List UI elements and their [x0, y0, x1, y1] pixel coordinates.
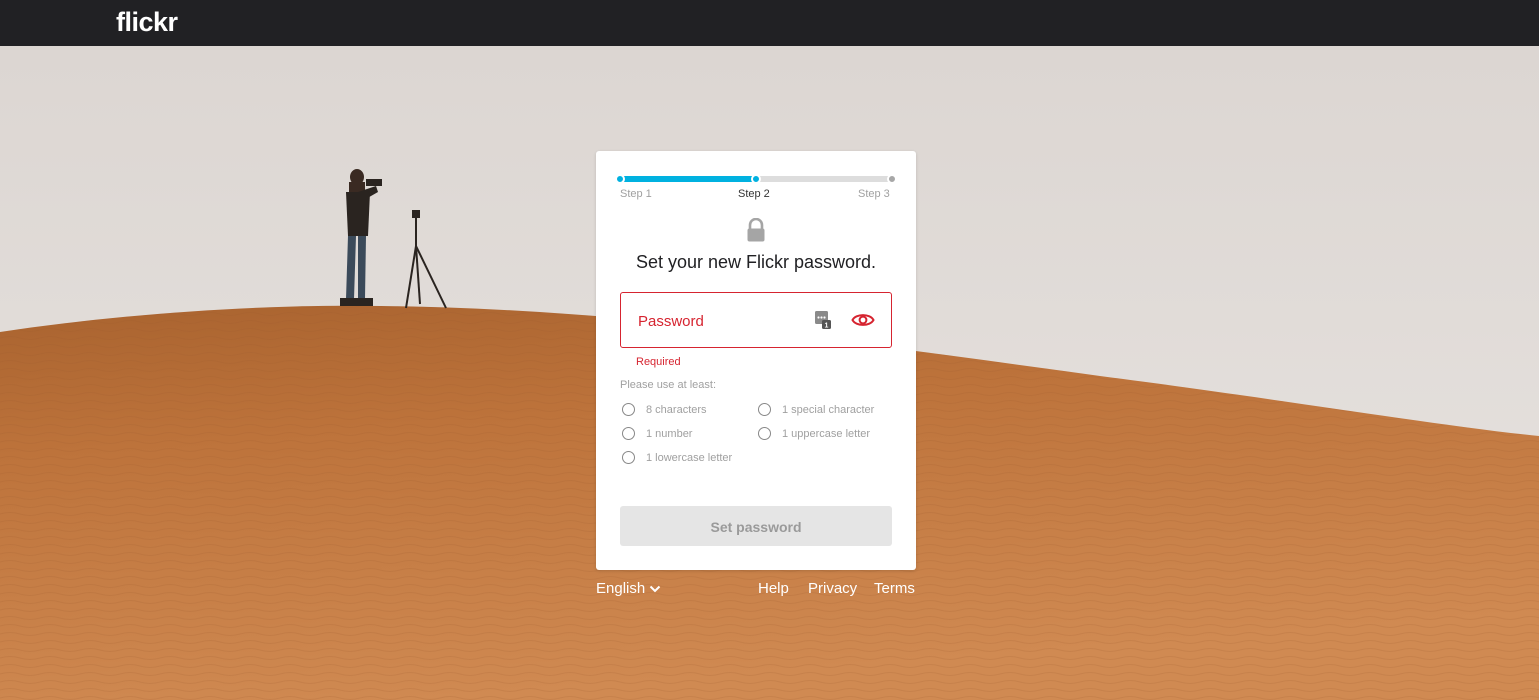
requirements-title: Please use at least:: [620, 379, 717, 391]
password-manager-icon[interactable]: 1: [814, 310, 832, 330]
step-dot-2: [751, 174, 761, 184]
password-input[interactable]: [636, 305, 810, 337]
terms-link[interactable]: Terms: [874, 580, 915, 597]
chevron-down-icon: [649, 585, 661, 593]
step-label-3: Step 3: [858, 188, 890, 200]
footer: English Help Privacy Terms: [596, 580, 916, 600]
language-selector[interactable]: English: [596, 580, 661, 597]
requirement-indicator: [622, 451, 635, 464]
top-bar: flickr: [0, 0, 1539, 46]
lock-icon: [747, 218, 765, 242]
help-link[interactable]: Help: [758, 580, 789, 597]
requirement-indicator: [758, 427, 771, 440]
privacy-link[interactable]: Privacy: [808, 580, 857, 597]
step-progress: [615, 174, 897, 184]
set-password-button[interactable]: Set password: [620, 506, 892, 546]
requirement-indicator: [622, 427, 635, 440]
requirement-indicator: [622, 403, 635, 416]
step-label-1: Step 1: [620, 188, 652, 200]
password-error: Required: [636, 356, 681, 368]
page-title: Set your new Flickr password.: [635, 252, 877, 272]
requirement-indicator: [758, 403, 771, 416]
eye-icon[interactable]: [851, 311, 875, 329]
password-card: Step 1 Step 2 Step 3 Set your new Flickr…: [596, 151, 916, 570]
progress-fill: [620, 176, 756, 182]
svg-text:1: 1: [825, 323, 829, 330]
step-dot-3: [887, 174, 897, 184]
flickr-logo[interactable]: flickr: [116, 5, 178, 39]
step-dot-1: [615, 174, 625, 184]
step-label-2: Step 2: [738, 188, 770, 200]
password-field[interactable]: 1: [620, 292, 892, 348]
language-label: English: [596, 580, 646, 597]
